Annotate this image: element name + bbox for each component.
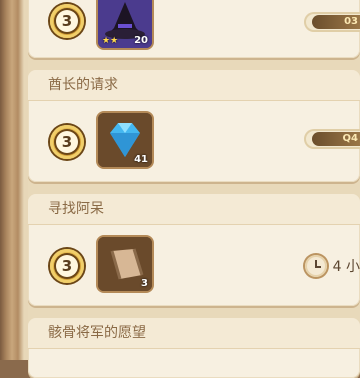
reward-text: Q4 [312,132,360,146]
item-slot[interactable]: 41 [98,113,152,167]
quest-card[interactable]: 骸骨将军的愿望 [28,318,360,378]
level-number: 3 [56,131,78,153]
level-badge: 3 [50,4,84,38]
quest-timer: 4 小 [304,255,360,277]
quest-title: 酋长的请求 [28,70,360,101]
item-count: 3 [141,278,148,289]
quest-card[interactable]: 酋长的请求 3 41 Q4 [28,70,360,182]
level-badge: 3 [50,125,84,159]
quest-card[interactable]: 寻找阿呆 3 3 4 小 [28,194,360,306]
level-number: 3 [56,255,78,277]
reward-pill: 03 [304,12,360,32]
item-stars: ★★ [102,36,119,46]
quest-title: 寻找阿呆 [28,194,360,225]
item-count: 20 [134,35,148,46]
quest-title: 骸骨将军的愿望 [28,318,360,349]
level-badge: 3 [50,249,84,283]
item-count: 41 [134,154,148,165]
reward-pill: Q4 [304,129,360,149]
level-number: 3 [56,10,78,32]
quest-card[interactable]: 3 ★★ 20 03 [28,0,360,58]
reward-text: 03 [312,15,360,29]
item-slot[interactable]: ★★ 20 [98,0,152,48]
item-slot[interactable]: 3 [98,237,152,291]
clock-icon [304,255,327,277]
timer-text: 4 小 [332,259,360,275]
